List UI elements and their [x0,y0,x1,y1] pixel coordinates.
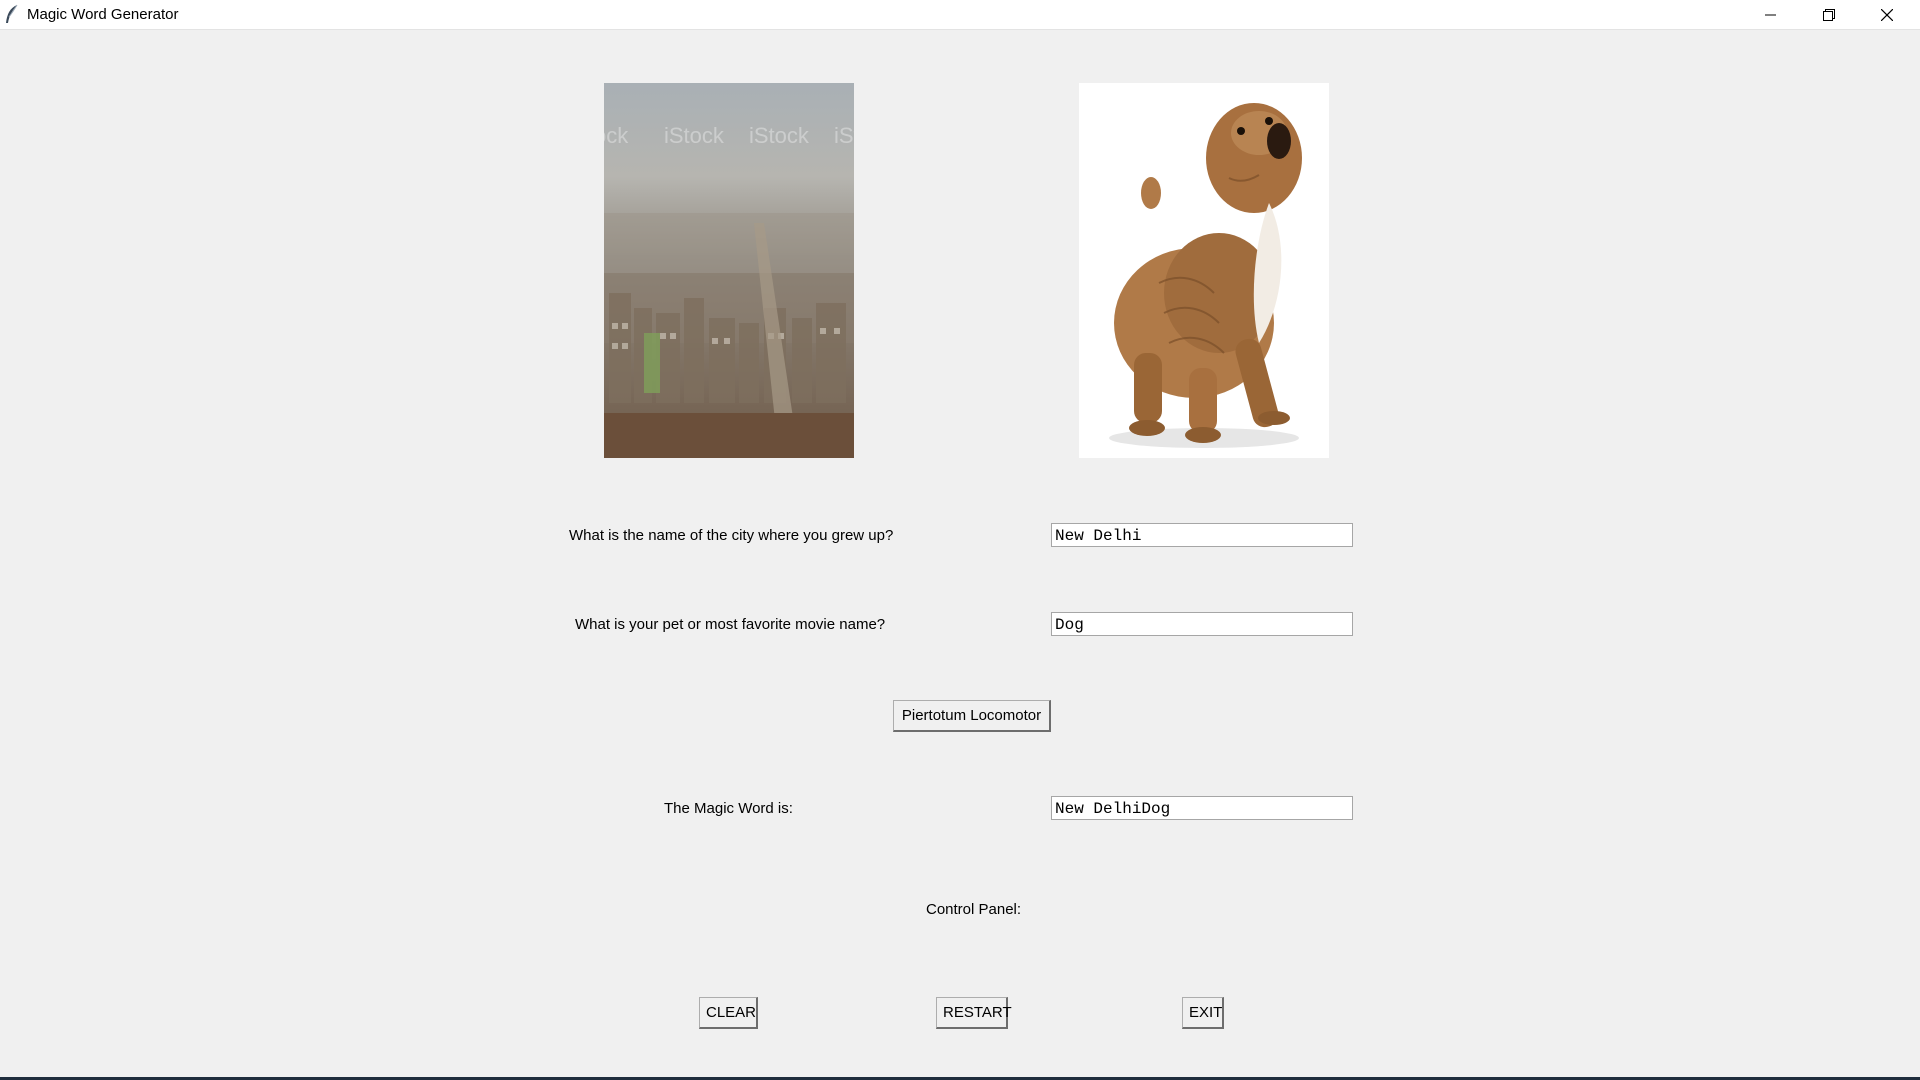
title-bar[interactable]: Magic Word Generator [0,0,1920,30]
minimize-button[interactable] [1742,0,1800,29]
minimize-icon [1765,14,1776,15]
svg-text:ock: ock [604,123,629,148]
svg-text:iStock: iStock [664,123,725,148]
feather-icon [6,4,18,23]
restart-button[interactable]: RESTART [936,997,1012,1029]
magic-word-label: The Magic Word is: [664,800,793,817]
clear-button[interactable]: CLEAR [699,997,758,1029]
window-title: Magic Word Generator [27,6,179,23]
pet-question-label: What is your pet or most favorite movie … [575,616,886,633]
pet-photo [1079,83,1329,458]
city-question-label: What is the name of the city where you g… [569,527,894,544]
exit-button[interactable]: EXIT [1182,997,1224,1029]
restore-button[interactable] [1800,0,1858,29]
city-image: ock iStock iStock iSt [604,83,854,458]
pet-input[interactable] [1051,612,1353,636]
svg-text:iStock: iStock [749,123,810,148]
control-panel-label: Control Panel: [926,901,1022,918]
restore-icon [1823,8,1835,21]
city-photo: ock iStock iStock iSt [604,83,854,458]
svg-text:iSt: iSt [834,123,854,148]
app-window: Magic Word Generator ck iStock iStock iS… [0,0,1920,1080]
bulldog-image [1079,83,1329,458]
close-icon [1881,8,1893,21]
close-button[interactable] [1858,0,1916,29]
generate-magic-word-button[interactable]: Piertotum Locomotor [893,700,1051,732]
magic-word-output[interactable] [1051,796,1353,820]
city-input[interactable] [1051,523,1353,547]
